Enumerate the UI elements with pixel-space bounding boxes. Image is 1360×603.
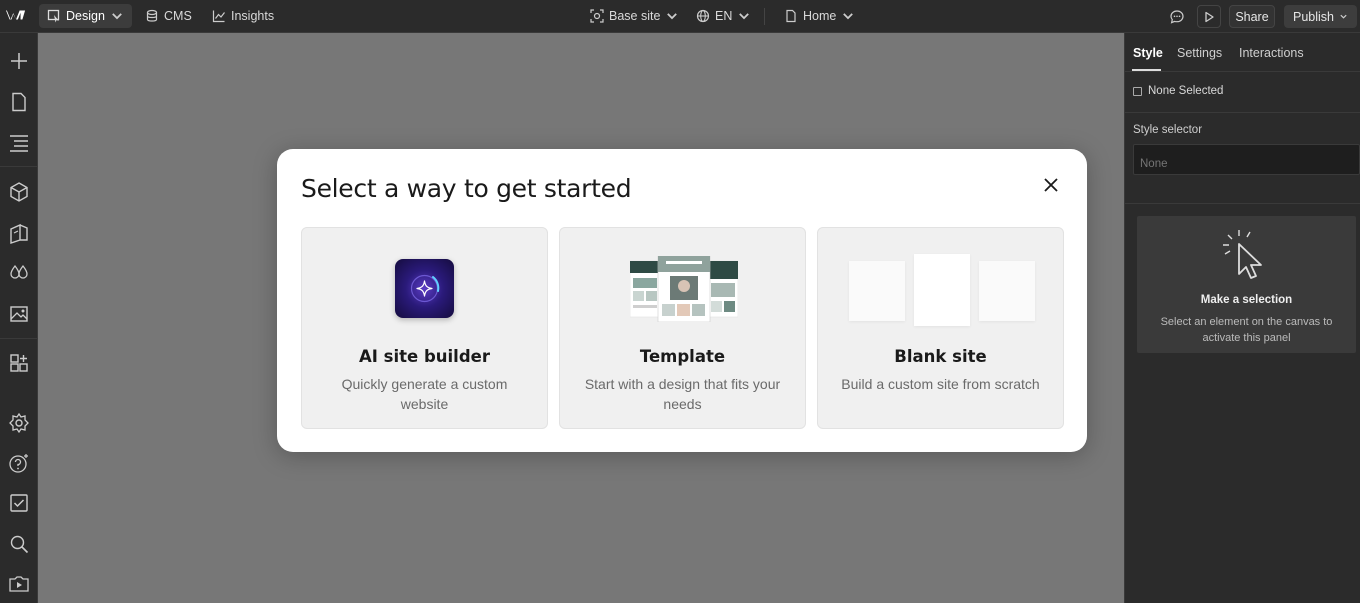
divider (764, 8, 765, 25)
comments-button[interactable] (1165, 5, 1189, 28)
add-icon[interactable] (7, 49, 31, 73)
blank-page-center (914, 254, 970, 326)
locale-selector[interactable]: EN (688, 4, 759, 28)
none-selected-label: None Selected (1148, 85, 1224, 97)
option-title: Template (639, 347, 726, 366)
get-started-modal: Select a way to get started AI site buil… (277, 149, 1087, 452)
left-toolbar (0, 33, 38, 603)
cms-tab[interactable]: CMS (137, 4, 200, 28)
ai-sparkle-icon (395, 259, 454, 318)
cms-tab-label: CMS (164, 9, 192, 23)
close-button[interactable] (1041, 175, 1061, 195)
design-cursor-icon (47, 9, 60, 23)
option-desc: Build a custom site from scratch (841, 376, 1040, 392)
help-icon[interactable] (7, 451, 31, 475)
top-bar: Design CMS Insights Base site EN Home Sh… (0, 0, 1360, 33)
video-icon[interactable] (7, 572, 31, 596)
design-tab-label: Design (66, 9, 105, 23)
make-selection-desc: Select an element on the canvas to activ… (1160, 316, 1333, 344)
assets-icon[interactable] (7, 301, 31, 325)
chevron-down-icon (843, 13, 854, 20)
globe-icon (696, 9, 710, 23)
panel-tabs: Style Settings Interactions (1125, 33, 1360, 71)
chevron-down-icon (667, 13, 678, 20)
style-panel: Style Settings Interactions None Selecte… (1124, 33, 1360, 603)
base-site-label: Base site (609, 9, 661, 23)
chevron-down-icon (1340, 14, 1347, 19)
blank-pages (818, 254, 1063, 328)
ai-site-builder-option[interactable]: AI site builder Quickly generate a custo… (301, 227, 548, 429)
locale-label: EN (715, 9, 733, 23)
publish-button[interactable]: Publish (1284, 5, 1357, 28)
tab-interactions[interactable]: Interactions (1239, 46, 1304, 60)
apps-icon[interactable] (7, 351, 31, 375)
option-desc: Start with a design that fits your needs (584, 376, 781, 412)
blank-page-right (979, 261, 1035, 321)
make-selection-title: Make a selection (1200, 294, 1293, 306)
blank-page-left (849, 261, 905, 321)
modal-title: Select a way to get started (301, 174, 632, 203)
chevron-down-icon (739, 13, 750, 20)
insights-tab[interactable]: Insights (204, 4, 282, 28)
share-button[interactable]: Share (1229, 5, 1275, 28)
pages-icon[interactable] (7, 90, 31, 114)
design-tab[interactable]: Design (39, 4, 132, 28)
divider (0, 338, 38, 339)
tab-style[interactable]: Style (1133, 46, 1163, 60)
settings-icon[interactable] (7, 411, 31, 435)
divider (0, 166, 38, 167)
tab-settings[interactable]: Settings (1177, 46, 1222, 60)
webflow-logo[interactable] (6, 8, 26, 24)
search-icon[interactable] (7, 532, 31, 556)
template-preview (630, 256, 738, 322)
template-option[interactable]: Template Start with a design that fits y… (559, 227, 806, 429)
page-selector[interactable]: Home (776, 4, 863, 28)
preview-button[interactable] (1197, 5, 1221, 28)
style-selector-label: Style selector (1133, 124, 1203, 136)
audit-icon[interactable] (7, 491, 31, 515)
comment-icon (1170, 9, 1184, 24)
option-title: Blank site (894, 347, 987, 366)
checkbox-icon (1133, 86, 1142, 96)
components-icon[interactable] (7, 180, 31, 204)
database-icon (146, 9, 158, 22)
blank-site-option[interactable]: Blank site Build a custom site from scra… (817, 227, 1064, 429)
page-label: Home (803, 9, 837, 23)
publish-label: Publish (1293, 9, 1334, 24)
navigator-icon[interactable] (7, 130, 31, 154)
base-site-selector[interactable]: Base site (582, 4, 687, 28)
style-selector-input[interactable] (1133, 144, 1360, 175)
target-icon (590, 9, 604, 23)
play-icon (1205, 11, 1214, 22)
divider (1125, 203, 1360, 204)
cms-icon[interactable] (7, 221, 31, 245)
line-chart-icon (212, 10, 225, 23)
close-icon (1044, 178, 1058, 192)
option-title: AI site builder (359, 347, 490, 366)
divider (1125, 71, 1360, 72)
selection-status: None Selected (1133, 85, 1223, 97)
insights-tab-label: Insights (231, 9, 275, 23)
option-desc: Quickly generate a custom website (341, 376, 508, 412)
variables-icon[interactable] (7, 261, 31, 285)
make-selection-card: Make a selection Select an element on th… (1137, 216, 1356, 353)
page-icon (786, 9, 796, 23)
chevron-down-icon (112, 13, 122, 20)
cursor-click-icon (1223, 230, 1262, 279)
divider (1125, 112, 1360, 113)
